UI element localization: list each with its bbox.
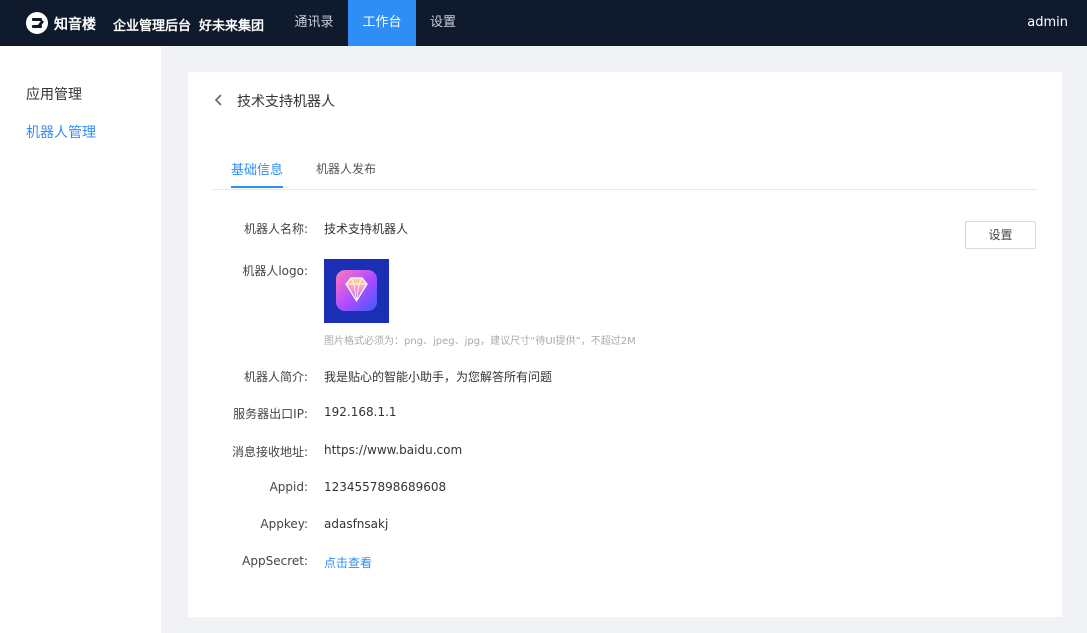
field-value-intro: 我是贴心的智能小助手，为您解答所有问题: [324, 370, 553, 384]
robot-logo-image[interactable]: [324, 259, 389, 323]
field-value-appkey: adasfnsakj: [324, 517, 389, 531]
field-label-name: 机器人名称:: [243, 222, 308, 236]
sidebar: 应用管理 机器人管理: [0, 46, 161, 633]
logo-upload-hint: 图片格式必须为：png、jpeg、jpg，建议尺寸“待UI提供”，不超过2M: [324, 336, 636, 347]
tab-bar: 基础信息 机器人发布: [213, 149, 1037, 190]
tab-robot-publish[interactable]: 机器人发布: [316, 160, 376, 177]
nav-settings[interactable]: 设置: [418, 0, 468, 46]
nav-workbench[interactable]: 工作台: [348, 0, 416, 46]
diamond-app-icon: [324, 259, 389, 323]
field-label-ip: 服务器出口IP:: [233, 407, 308, 421]
top-navigation-bar: 知音楼 企业管理后台 好未来集团 通讯录 工作台 设置 admin: [0, 0, 1087, 46]
tenant-title: 企业管理后台: [113, 19, 192, 34]
field-value-ip: 192.168.1.1: [324, 405, 397, 419]
field-label-url: 消息接收地址:: [231, 445, 308, 459]
brand-logo-icon: [26, 12, 48, 34]
view-appsecret-link[interactable]: 点击查看: [324, 554, 372, 571]
field-label-appsecret: AppSecret:: [242, 554, 308, 568]
field-value-url: https://www.baidu.com: [324, 443, 463, 457]
user-account-menu[interactable]: admin: [1027, 15, 1068, 30]
field-value-name: 技术支持机器人: [324, 222, 409, 236]
back-arrow-icon[interactable]: [212, 93, 226, 107]
active-tab-indicator: [231, 186, 283, 188]
field-label-appid: Appid:: [269, 480, 308, 494]
field-label-appkey: Appkey:: [260, 517, 308, 531]
organization-name[interactable]: 好未来集团: [199, 15, 264, 34]
robot-detail-card: 技术支持机器人 基础信息 机器人发布 设置 机器人名称: 技术支持机器人 机器人…: [188, 72, 1062, 617]
tab-basic-info[interactable]: 基础信息: [231, 159, 283, 178]
settings-button[interactable]: 设置: [965, 221, 1036, 249]
nav-contacts[interactable]: 通讯录: [282, 0, 346, 46]
sidebar-item-app-management[interactable]: 应用管理: [26, 84, 82, 104]
field-value-appid: 1234557898689608: [324, 480, 447, 494]
sidebar-item-robot-management[interactable]: 机器人管理: [26, 122, 96, 142]
field-label-intro: 机器人简介:: [243, 370, 308, 384]
page-title: 技术支持机器人: [237, 94, 335, 110]
field-label-logo: 机器人logo:: [242, 264, 308, 278]
brand-name: 知音楼: [54, 17, 96, 33]
